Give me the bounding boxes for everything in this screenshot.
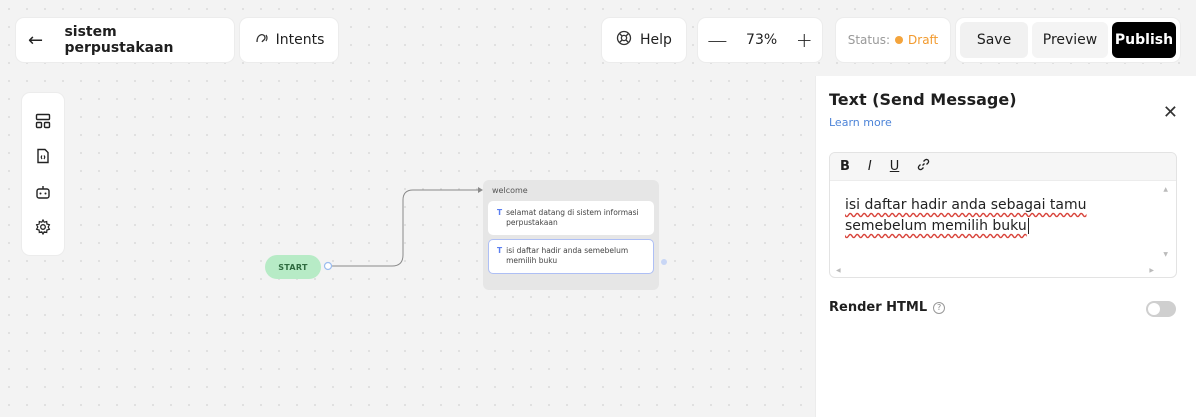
text-step-icon: T [497, 208, 503, 217]
help-label: Help [640, 32, 672, 48]
lifebuoy-icon [616, 30, 632, 50]
flow-connections [323, 187, 667, 271]
render-html-label: Render HTML [829, 300, 928, 315]
zoom-control: — 73% + [698, 18, 822, 62]
status-dot-icon [895, 36, 904, 44]
editor-toolbar: B I U [830, 153, 1176, 181]
layout-icon[interactable] [33, 111, 53, 131]
canvas-toolbar [22, 93, 64, 255]
bot-icon[interactable] [33, 182, 53, 202]
status-value: Draft [908, 33, 939, 47]
project-name[interactable]: sistem perpustakaan [64, 24, 222, 56]
scroll-right-arrow-icon[interactable]: ▶ [1149, 267, 1154, 274]
action-buttons: Save Preview Publish [956, 18, 1180, 62]
step-settings-panel: Text (Send Message) Learn more ✕ B I U i… [815, 76, 1196, 417]
text-step-selected[interactable]: T isi daftar hadir anda semebelum memili… [488, 239, 654, 274]
bold-button[interactable]: B [840, 159, 850, 174]
publish-button[interactable]: Publish [1112, 22, 1176, 58]
help-circle-icon[interactable]: ? [933, 301, 946, 314]
step-text: isi daftar hadir anda semebelum memilih … [506, 246, 629, 266]
zoom-in-button[interactable]: + [796, 28, 813, 52]
welcome-block[interactable]: welcome T selamat datang di sistem infor… [483, 180, 659, 290]
render-html-toggle[interactable] [1146, 301, 1176, 317]
link-icon[interactable] [917, 158, 930, 175]
block-output-handle [661, 259, 667, 265]
save-button[interactable]: Save [960, 22, 1028, 58]
italic-button[interactable]: I [868, 159, 872, 174]
status-badge: Status: Draft [836, 18, 950, 62]
panel-title: Text (Send Message) [829, 90, 1017, 109]
text-step[interactable]: T selamat datang di sistem informasi per… [488, 201, 654, 236]
scroll-down-arrow-icon[interactable]: ▼ [1163, 251, 1168, 258]
preview-button[interactable]: Preview [1032, 22, 1108, 58]
close-icon[interactable]: ✕ [1163, 102, 1178, 123]
intents-label: Intents [275, 32, 325, 48]
start-connection-line [328, 189, 478, 267]
message-editor[interactable]: B I U isi daftar hadir anda sebagai tamu… [829, 152, 1177, 278]
text-step-icon: T [497, 246, 503, 256]
project-title-bar: ← sistem perpustakaan [16, 18, 234, 62]
step-text: selamat datang di sistem informasi perpu… [506, 208, 639, 228]
start-node[interactable]: START [265, 255, 321, 279]
variables-icon[interactable] [33, 146, 53, 166]
zoom-level: 73% [746, 32, 778, 48]
scroll-left-arrow-icon[interactable]: ◀ [836, 267, 841, 274]
status-label: Status: [847, 33, 891, 47]
settings-icon[interactable] [33, 217, 53, 237]
render-html-row: Render HTML ? [829, 300, 946, 315]
intents-icon [254, 31, 270, 49]
arrow-left-icon[interactable]: ← [28, 30, 56, 51]
zoom-out-button[interactable]: — [707, 28, 727, 52]
toggle-knob [1148, 303, 1160, 315]
editor-content: isi daftar hadir anda sebagai tamu semeb… [845, 197, 1087, 234]
block-title: welcome [492, 186, 528, 195]
underline-button[interactable]: U [890, 159, 900, 174]
scroll-up-arrow-icon[interactable]: ▲ [1163, 186, 1168, 193]
text-caret [1026, 218, 1029, 234]
intents-button[interactable]: Intents [240, 18, 338, 62]
editor-textarea[interactable]: isi daftar hadir anda sebagai tamu semeb… [845, 195, 1145, 237]
help-button[interactable]: Help [602, 18, 686, 62]
start-output-handle [323, 261, 333, 271]
learn-more-link[interactable]: Learn more [829, 116, 892, 129]
